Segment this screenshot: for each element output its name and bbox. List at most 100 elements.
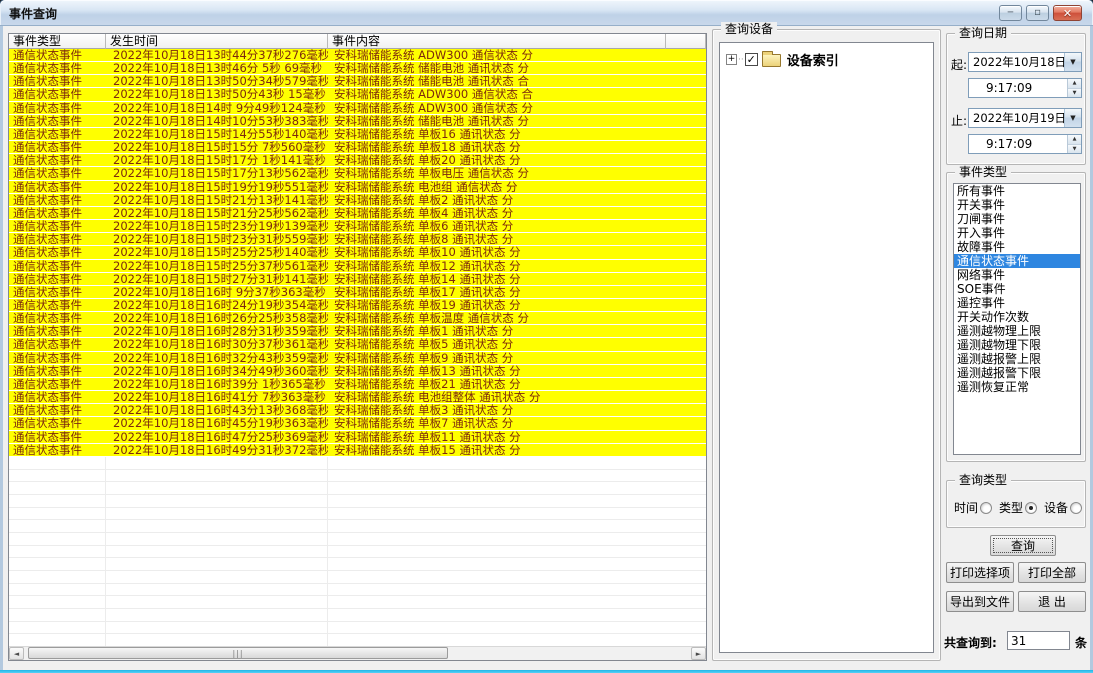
table-row[interactable]: 通信状态事件2022年10月18日15时19分19秒551毫秒安科瑞储能系统 电… [9, 181, 706, 194]
table-row[interactable]: 通信状态事件2022年10月18日16时43分13秒368毫秒安科瑞储能系统 单… [9, 404, 706, 417]
device-tree-item[interactable]: + ·· ✓ 设备索引 [720, 43, 933, 69]
query-type-option[interactable]: 时间 [954, 499, 992, 516]
table-row[interactable]: 通信状态事件2022年10月18日15时25分37秒561毫秒安科瑞储能系统 单… [9, 260, 706, 273]
device-tree-item-label[interactable]: 设备索引 [787, 50, 839, 69]
spin-up-icon[interactable]: ▲ [1068, 135, 1081, 145]
event-type-item[interactable]: 遥测越报警上限 [954, 352, 1080, 366]
table-row[interactable]: 通信状态事件2022年10月18日16时39分 1秒365毫秒安科瑞储能系统 单… [9, 378, 706, 391]
header-event-type[interactable]: 事件类型 [9, 34, 106, 49]
end-date-dropdown-icon[interactable]: ▼ [1064, 109, 1081, 127]
table-row[interactable]: 通信状态事件2022年10月18日15时27分31秒141毫秒安科瑞储能系统 单… [9, 273, 706, 286]
tree-checkbox-checked[interactable]: ✓ [745, 53, 758, 66]
end-time-spinner[interactable]: 9:17:09 ▲ ▼ [968, 134, 1082, 154]
scroll-right-button[interactable]: ► [691, 647, 706, 660]
close-button[interactable]: ✕ [1053, 5, 1082, 21]
table-row[interactable]: 通信状态事件2022年10月18日15时21分25秒562毫秒安科瑞储能系统 单… [9, 207, 706, 220]
window-title: 事件查询 [9, 5, 57, 22]
table-row[interactable]: 通信状态事件2022年10月18日13时46分 5秒 69毫秒安科瑞储能系统 储… [9, 62, 706, 75]
table-cell-empty [328, 584, 706, 596]
table-cell-empty [328, 482, 706, 494]
table-row[interactable]: 通信状态事件2022年10月18日14时10分53秒383毫秒安科瑞储能系统 储… [9, 115, 706, 128]
export-to-file-button[interactable]: 导出到文件 [946, 591, 1014, 612]
event-type-item[interactable]: 开关事件 [954, 198, 1080, 212]
table-row[interactable]: 通信状态事件2022年10月18日15时14分55秒140毫秒安科瑞储能系统 单… [9, 128, 706, 141]
end-date-combo[interactable]: 2022年10月19日 ▼ [968, 108, 1082, 128]
table-row[interactable]: 通信状态事件2022年10月18日13时44分37秒276毫秒安科瑞储能系统 A… [9, 49, 706, 62]
tree-expand-icon[interactable]: + [726, 54, 737, 65]
table-row[interactable]: 通信状态事件2022年10月18日15时17分 1秒141毫秒安科瑞储能系统 单… [9, 154, 706, 167]
table-cell: 安科瑞储能系统 单板14 通讯状态 分 [328, 273, 706, 285]
table-row[interactable]: 通信状态事件2022年10月18日13时50分43秒 15毫秒安科瑞储能系统 A… [9, 88, 706, 101]
table-row[interactable]: 通信状态事件2022年10月18日15时15分 7秒560毫秒安科瑞储能系统 单… [9, 141, 706, 154]
table-cell: 安科瑞储能系统 电池组整体 通讯状态 分 [328, 391, 706, 403]
restore-button[interactable]: ▫ [1026, 5, 1049, 21]
horizontal-scrollbar[interactable]: ◄ ||| ► [9, 646, 706, 660]
header-event-content[interactable]: 事件内容 [328, 34, 666, 49]
start-time-spin-buttons[interactable]: ▲ ▼ [1067, 79, 1081, 97]
event-type-item[interactable]: 遥测越物理下限 [954, 338, 1080, 352]
table-row[interactable]: 通信状态事件2022年10月18日15时23分31秒559毫秒安科瑞储能系统 单… [9, 233, 706, 246]
table-row[interactable]: 通信状态事件2022年10月18日16时28分31秒359毫秒安科瑞储能系统 单… [9, 325, 706, 338]
event-type-item[interactable]: 开入事件 [954, 226, 1080, 240]
table-row[interactable]: 通信状态事件2022年10月18日15时25分25秒140毫秒安科瑞储能系统 单… [9, 246, 706, 259]
table-row[interactable]: 通信状态事件2022年10月18日16时26分25秒358毫秒安科瑞储能系统 单… [9, 312, 706, 325]
event-type-item[interactable]: 遥测越物理上限 [954, 324, 1080, 338]
table-row[interactable]: 通信状态事件2022年10月18日16时30分37秒361毫秒安科瑞储能系统 单… [9, 338, 706, 351]
table-cell-empty [106, 609, 328, 621]
table-cell: 通信状态事件 [9, 181, 106, 193]
spin-up-icon[interactable]: ▲ [1068, 79, 1081, 89]
print-selected-button[interactable]: 打印选择项 [946, 562, 1014, 583]
table-cell: 安科瑞储能系统 单板16 通讯状态 分 [328, 128, 706, 140]
event-type-item[interactable]: 网络事件 [954, 268, 1080, 282]
start-date-combo[interactable]: 2022年10月18日 ▼ [968, 52, 1082, 72]
table-row[interactable]: 通信状态事件2022年10月18日16时32分43秒359毫秒安科瑞储能系统 单… [9, 352, 706, 365]
event-type-item[interactable]: 故障事件 [954, 240, 1080, 254]
radio-unchecked-icon[interactable] [980, 502, 992, 514]
query-type-option[interactable]: 设备 [1044, 499, 1082, 516]
start-time-spinner[interactable]: 9:17:09 ▲ ▼ [968, 78, 1082, 98]
radio-unchecked-icon[interactable] [1070, 502, 1082, 514]
event-type-item[interactable]: SOE事件 [954, 282, 1080, 296]
query-button[interactable]: 查询 [990, 535, 1056, 556]
scrollbar-track[interactable]: ||| [24, 647, 691, 660]
minimize-button[interactable]: ─ [999, 5, 1022, 21]
table-cell: 安科瑞储能系统 单板1 通讯状态 分 [328, 325, 706, 337]
device-panel: 查询设备 + ·· ✓ 设备索引 [712, 29, 941, 661]
event-type-item[interactable]: 遥测越报警下限 [954, 366, 1080, 380]
query-type-option[interactable]: 类型 [999, 499, 1037, 516]
spin-down-icon[interactable]: ▼ [1068, 89, 1081, 98]
event-type-item[interactable]: 所有事件 [954, 184, 1080, 198]
table-row[interactable]: 通信状态事件2022年10月18日16时 9分37秒363毫秒安科瑞储能系统 单… [9, 286, 706, 299]
table-row-empty [9, 533, 706, 546]
table-cell-empty [106, 457, 328, 469]
table-row[interactable]: 通信状态事件2022年10月18日16时45分19秒363毫秒安科瑞储能系统 单… [9, 417, 706, 430]
table-row[interactable]: 通信状态事件2022年10月18日15时17分13秒562毫秒安科瑞储能系统 单… [9, 167, 706, 180]
table-row[interactable]: 通信状态事件2022年10月18日16时49分31秒372毫秒安科瑞储能系统 单… [9, 444, 706, 457]
spin-down-icon[interactable]: ▼ [1068, 145, 1081, 154]
titlebar[interactable]: 事件查询 ─ ▫ ✕ [0, 0, 1093, 26]
event-type-item[interactable]: 开关动作次数 [954, 310, 1080, 324]
exit-button[interactable]: 退 出 [1018, 591, 1086, 612]
start-date-dropdown-icon[interactable]: ▼ [1064, 53, 1081, 71]
scrollbar-thumb[interactable]: ||| [28, 647, 448, 659]
end-time-spin-buttons[interactable]: ▲ ▼ [1067, 135, 1081, 153]
table-row[interactable]: 通信状态事件2022年10月18日15时21分13秒141毫秒安科瑞储能系统 单… [9, 194, 706, 207]
table-row[interactable]: 通信状态事件2022年10月18日16时47分25秒369毫秒安科瑞储能系统 单… [9, 431, 706, 444]
event-type-item[interactable]: 刀闸事件 [954, 212, 1080, 226]
table-row[interactable]: 通信状态事件2022年10月18日16时24分19秒354毫秒安科瑞储能系统 单… [9, 299, 706, 312]
scroll-left-button[interactable]: ◄ [9, 647, 24, 660]
table-row[interactable]: 通信状态事件2022年10月18日14时 9分49秒124毫秒安科瑞储能系统 A… [9, 102, 706, 115]
radio-checked-icon[interactable] [1025, 502, 1037, 514]
table-cell: 通信状态事件 [9, 246, 106, 258]
result-count-input[interactable] [1007, 631, 1070, 650]
event-type-item[interactable]: 遥控事件 [954, 296, 1080, 310]
print-all-button[interactable]: 打印全部 [1018, 562, 1086, 583]
event-type-item[interactable]: 遥测恢复正常 [954, 380, 1080, 394]
event-type-listbox[interactable]: 所有事件开关事件刀闸事件开入事件故障事件通信状态事件网络事件SOE事件遥控事件开… [953, 183, 1081, 455]
table-row[interactable]: 通信状态事件2022年10月18日13时50分34秒579毫秒安科瑞储能系统 储… [9, 75, 706, 88]
header-event-time[interactable]: 发生时间 [106, 34, 328, 49]
table-row[interactable]: 通信状态事件2022年10月18日15时23分19秒139毫秒安科瑞储能系统 单… [9, 220, 706, 233]
table-row[interactable]: 通信状态事件2022年10月18日16时34分49秒360毫秒安科瑞储能系统 单… [9, 365, 706, 378]
table-row[interactable]: 通信状态事件2022年10月18日16时41分 7秒363毫秒安科瑞储能系统 电… [9, 391, 706, 404]
event-type-item-selected[interactable]: 通信状态事件 [954, 254, 1080, 268]
